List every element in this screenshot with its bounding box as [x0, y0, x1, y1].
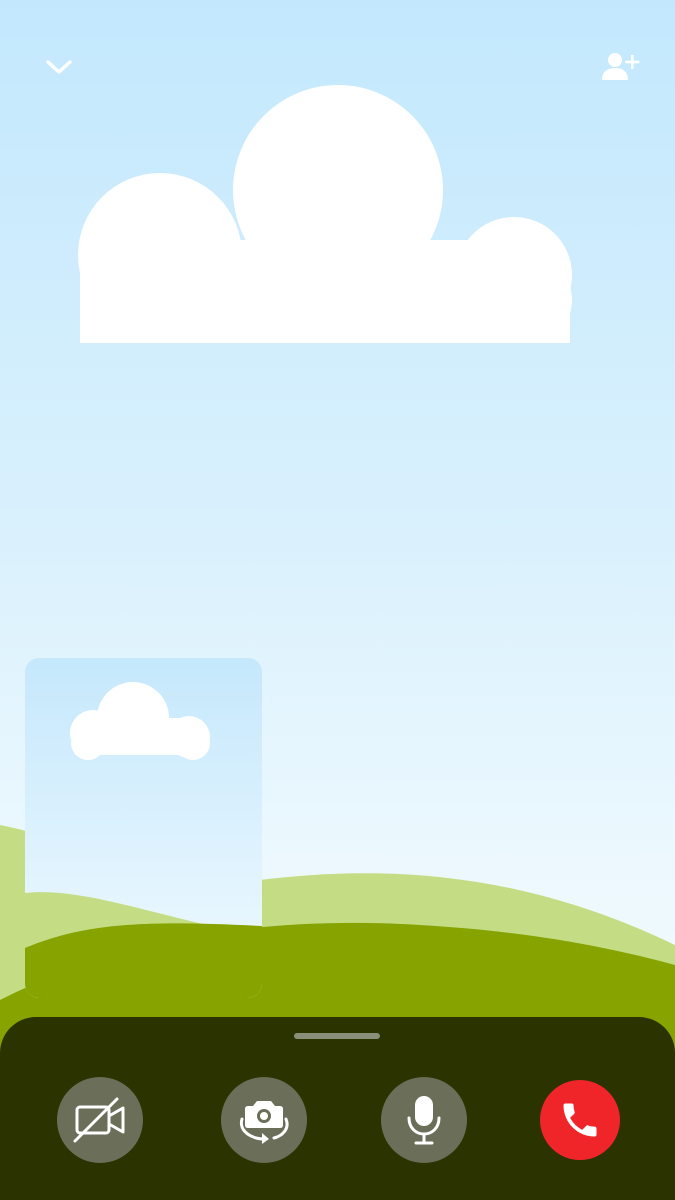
end-call-icon: [563, 1103, 597, 1137]
cloud-illustration: [78, 85, 572, 343]
add-participant-button[interactable]: [596, 43, 644, 91]
toggle-camera-button[interactable]: [57, 1077, 143, 1163]
self-video-feed: [25, 658, 262, 998]
camera-off-icon: [73, 1097, 125, 1143]
toggle-microphone-button[interactable]: [381, 1077, 467, 1163]
flip-camera-icon: [239, 1101, 289, 1144]
sheet-drag-handle[interactable]: [294, 1033, 380, 1039]
chevron-down-icon: [46, 60, 72, 74]
microphone-icon: [407, 1096, 441, 1145]
add-person-icon: [602, 53, 640, 80]
collapse-call-button[interactable]: [35, 43, 83, 91]
call-controls-sheet: [0, 1017, 675, 1200]
self-video-preview[interactable]: [25, 658, 262, 998]
video-call-screen: [0, 0, 675, 1200]
end-call-button[interactable]: [540, 1080, 620, 1160]
flip-camera-button[interactable]: [221, 1077, 307, 1163]
